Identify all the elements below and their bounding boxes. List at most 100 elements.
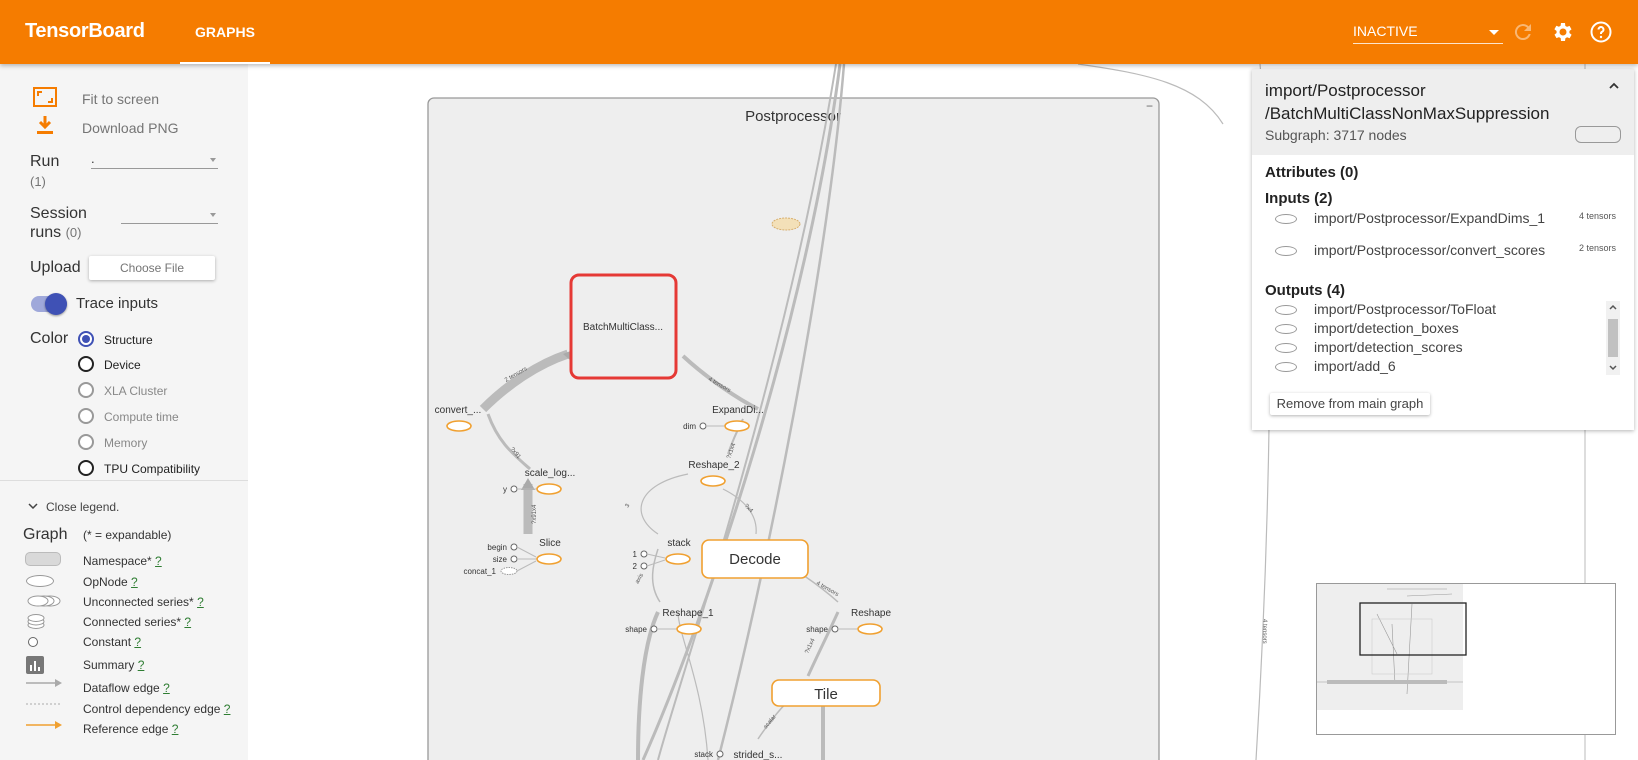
color-radio-tpu-compatibility[interactable] (78, 460, 94, 476)
output-item-tofloat[interactable]: import/Postprocessor/ToFloat (1314, 301, 1496, 317)
shape2-constant-node[interactable] (831, 625, 839, 633)
download-png-button[interactable]: Download PNG (82, 120, 179, 136)
reshape2-node[interactable] (700, 475, 726, 487)
tile-node-label: Tile (814, 686, 838, 703)
legend-namespace: Namespace* ? (83, 554, 162, 568)
reshape-node-label: Reshape (851, 608, 891, 619)
reload-status-select[interactable]: INACTIVE (1353, 20, 1503, 44)
postprocessor-namespace[interactable] (427, 97, 1160, 760)
color-radio-compute-time[interactable] (78, 408, 94, 424)
shape1-constant-node[interactable] (650, 625, 658, 633)
close-legend-button[interactable]: Close legend. (46, 500, 119, 514)
control-dependency-edge-legend-icon (26, 703, 62, 705)
output-item-detection-boxes[interactable]: import/detection_boxes (1314, 320, 1459, 336)
legend-dataflow-edge-help[interactable]: ? (163, 681, 170, 695)
connected-series-legend-icon (27, 614, 45, 629)
legend-control-dependency-edge-label: Control dependency edge (83, 702, 221, 716)
chevron-down-icon (210, 213, 216, 217)
output-item-detection-scores[interactable]: import/detection_scores (1314, 339, 1463, 355)
concat-node[interactable] (500, 567, 518, 575)
legend-namespace-label: Namespace* (83, 554, 152, 568)
stack-node-label: stack (667, 538, 691, 549)
node-info-title: import/Postprocessor /BatchMultiClassNon… (1265, 79, 1549, 125)
begin-constant-label: begin (487, 543, 507, 552)
convert-node-label: convert_... (435, 405, 482, 416)
input-item-expanddims-tensors: 4 tensors (1578, 211, 1616, 221)
color-radio-xla-cluster[interactable] (78, 382, 94, 398)
remove-from-main-graph-button[interactable]: Remove from main graph (1270, 393, 1430, 415)
legend-reference-edge-label: Reference edge (83, 722, 169, 736)
chevron-up-icon[interactable] (1608, 81, 1620, 91)
output-item-add6[interactable]: import/add_6 (1314, 358, 1396, 374)
minimap-svg[interactable] (1317, 584, 1617, 736)
trace-inputs-toggle-knob[interactable] (45, 293, 67, 315)
strided-slice-node-label: strided_s... (734, 750, 783, 760)
stack2-constant-node[interactable] (716, 750, 724, 758)
input-item-expanddims[interactable]: import/Postprocessor/ExpandDims_1 (1314, 210, 1545, 226)
choose-file-button[interactable]: Choose File (89, 256, 215, 280)
stack-node[interactable] (665, 553, 691, 565)
run-select-value: . (91, 151, 95, 166)
legend-expandable-note: (* = expandable) (83, 528, 172, 542)
collapse-namespace-icon[interactable]: − (1146, 99, 1153, 113)
chevron-down-icon[interactable] (27, 501, 39, 511)
size-constant-node[interactable] (510, 555, 518, 563)
tab-graphs[interactable]: GRAPHS (180, 0, 270, 64)
graph-minimap[interactable] (1316, 583, 1616, 735)
graph-legend: Close legend. Graph (* = expandable) Nam… (0, 480, 248, 760)
output-node-icon (1275, 362, 1297, 372)
reshape1-node[interactable] (676, 623, 702, 635)
scroll-down-icon[interactable] (1608, 364, 1618, 372)
scale-log-node[interactable] (536, 483, 562, 495)
legend-unconnected-series-help[interactable]: ? (197, 595, 204, 609)
help-icon[interactable] (1589, 20, 1613, 44)
upload-label: Upload (30, 259, 81, 276)
concat-node-label: concat_1 (464, 567, 497, 576)
slice-node[interactable] (536, 553, 562, 565)
begin-constant-node[interactable] (510, 543, 518, 551)
expand-dims-node[interactable] (724, 420, 750, 432)
fit-to-screen-button[interactable]: Fit to screen (82, 91, 159, 107)
session-runs-label-line2: runs (30, 224, 62, 241)
color-option-structure: Structure (104, 333, 153, 347)
outputs-scrollbar[interactable] (1606, 301, 1620, 375)
color-radio-device[interactable] (78, 356, 94, 372)
legend-opnode-help[interactable]: ? (131, 575, 138, 589)
constant-two-node[interactable] (640, 562, 648, 570)
convert-node[interactable] (446, 420, 472, 432)
decode-node-label: Decode (729, 551, 781, 568)
legend-reference-edge-help[interactable]: ? (172, 722, 179, 736)
edge-label-dims-d: ?x91x4 (532, 504, 538, 524)
run-select[interactable]: . (91, 151, 218, 169)
download-icon[interactable] (35, 115, 55, 135)
opnode-legend-icon (26, 575, 54, 587)
run-label: Run (30, 153, 60, 170)
legend-control-dependency-edge-help[interactable]: ? (224, 702, 231, 716)
legend-connected-series-help[interactable]: ? (184, 615, 191, 629)
legend-connected-series-label: Connected series* (83, 615, 182, 629)
reshape-node[interactable] (857, 623, 883, 635)
constant-one-label: 1 (633, 550, 638, 559)
legend-namespace-help[interactable]: ? (155, 554, 162, 568)
size-constant-label: size (493, 555, 508, 564)
legend-summary-help[interactable]: ? (138, 658, 145, 672)
legend-opnode: OpNode ? (83, 575, 138, 589)
reference-edge-legend-icon (26, 721, 62, 729)
refresh-icon[interactable] (1511, 20, 1535, 44)
unconnected-node[interactable] (771, 217, 801, 231)
legend-constant-help[interactable]: ? (134, 635, 141, 649)
scrollbar-thumb[interactable] (1608, 319, 1618, 357)
color-radio-memory[interactable] (78, 434, 94, 450)
namespace-shape-icon (1575, 126, 1621, 143)
slice-node-label: Slice (539, 538, 561, 549)
fit-screen-icon[interactable] (33, 87, 57, 107)
node-info-card: import/Postprocessor /BatchMultiClassNon… (1252, 69, 1634, 430)
session-runs-select[interactable] (121, 206, 218, 224)
y-constant-node[interactable] (510, 485, 518, 493)
color-radio-structure[interactable] (78, 331, 94, 347)
constant-one-node[interactable] (640, 550, 648, 558)
scroll-up-icon[interactable] (1608, 303, 1618, 311)
dim-constant-node[interactable] (699, 422, 707, 430)
gear-icon[interactable] (1550, 20, 1574, 44)
input-item-convert-scores[interactable]: import/Postprocessor/convert_scores (1314, 242, 1545, 258)
